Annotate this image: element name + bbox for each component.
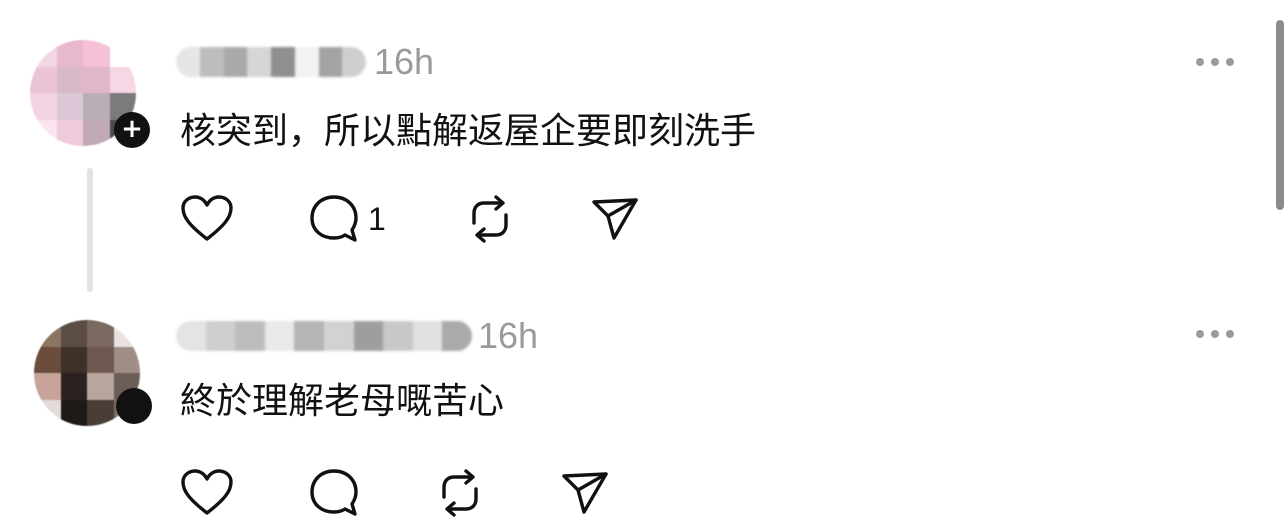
avatar-pixel xyxy=(87,399,114,426)
username-blur-block xyxy=(323,321,354,351)
avatar-pixel xyxy=(113,320,140,347)
avatar-pixel xyxy=(87,346,114,373)
reply-button[interactable]: 1 xyxy=(308,192,386,246)
share-icon xyxy=(562,472,608,514)
avatar-pixel xyxy=(60,399,87,426)
avatar-pixel xyxy=(60,320,87,347)
heart-icon xyxy=(181,469,233,515)
username-blur-block xyxy=(294,47,319,77)
username-blur-block xyxy=(235,321,265,351)
avatar-pixel xyxy=(87,373,114,400)
username-blur-block xyxy=(223,47,248,77)
thread-post-2: 16h 終於理解老母嘅苦心 xyxy=(0,300,1284,528)
avatar-pixel xyxy=(83,119,110,146)
avatar-pixel xyxy=(109,66,136,93)
post-text: 核突到，所以點解返屋企要即刻洗手 xyxy=(180,111,757,152)
username-blur-block xyxy=(294,321,324,351)
avatar-pixel xyxy=(30,93,57,120)
username-blur-block xyxy=(247,47,271,77)
username-blur-block xyxy=(318,47,343,77)
repost-icon xyxy=(442,469,478,517)
avatar-pixel xyxy=(56,66,83,93)
avatar-pixel xyxy=(60,346,87,373)
username-blur-block xyxy=(176,47,200,77)
comment-icon xyxy=(310,469,358,516)
avatar-pixel xyxy=(83,93,110,120)
avatar-badge xyxy=(116,388,152,424)
like-button[interactable] xyxy=(180,466,234,520)
reply-button[interactable] xyxy=(308,466,360,520)
username-blur-block xyxy=(271,47,295,77)
avatar-pixel xyxy=(83,66,110,93)
avatar-pixel xyxy=(34,399,61,426)
reply-count: 1 xyxy=(368,200,386,237)
more-options-icon[interactable] xyxy=(1196,328,1234,340)
avatar-pixel xyxy=(56,93,83,120)
follow-plus-icon[interactable]: + xyxy=(114,112,150,148)
post-timestamp: 16h xyxy=(478,315,539,356)
username-blur-block xyxy=(442,321,472,351)
post-text: 終於理解老母嘅苦心 xyxy=(180,381,505,422)
thread-connector-line xyxy=(87,168,93,292)
username-blur-block xyxy=(412,321,443,351)
avatar-pixel xyxy=(83,40,110,67)
share-button[interactable] xyxy=(560,466,610,520)
more-options-icon[interactable] xyxy=(1196,56,1234,68)
avatar-pixel xyxy=(56,40,83,67)
avatar-pixel xyxy=(109,40,136,67)
avatar-pixel xyxy=(30,119,57,146)
avatar-pixel xyxy=(87,320,114,347)
avatar-pixel xyxy=(56,119,83,146)
share-icon xyxy=(592,198,638,240)
avatar-pixel xyxy=(30,66,57,93)
comment-icon xyxy=(310,195,358,242)
avatar-pixel xyxy=(34,346,61,373)
username-blur-block xyxy=(199,47,224,77)
heart-icon xyxy=(181,195,233,241)
avatar-pixel xyxy=(60,373,87,400)
username-blur-block xyxy=(205,321,236,351)
thread-post-1: + 16h 核突到，所以點解返屋企要即刻洗手 1 xyxy=(0,0,1284,300)
avatar-pixel xyxy=(34,373,61,400)
avatar-pixel xyxy=(113,346,140,373)
post-timestamp: 16h xyxy=(374,41,435,82)
username-blur-block xyxy=(176,321,206,351)
avatar-pixel xyxy=(34,320,61,347)
share-button[interactable] xyxy=(590,192,640,246)
username-blur-block xyxy=(383,321,413,351)
repost-icon xyxy=(472,195,508,243)
repost-button[interactable] xyxy=(434,466,486,520)
username-blur-block xyxy=(342,47,366,77)
username-blurred[interactable] xyxy=(176,321,472,351)
username-blur-block xyxy=(264,321,295,351)
scrollbar[interactable] xyxy=(1276,20,1284,210)
repost-button[interactable] xyxy=(464,192,516,246)
username-blurred[interactable] xyxy=(176,47,366,77)
like-button[interactable] xyxy=(180,192,234,246)
avatar-pixel xyxy=(30,40,57,67)
username-blur-block xyxy=(353,321,384,351)
